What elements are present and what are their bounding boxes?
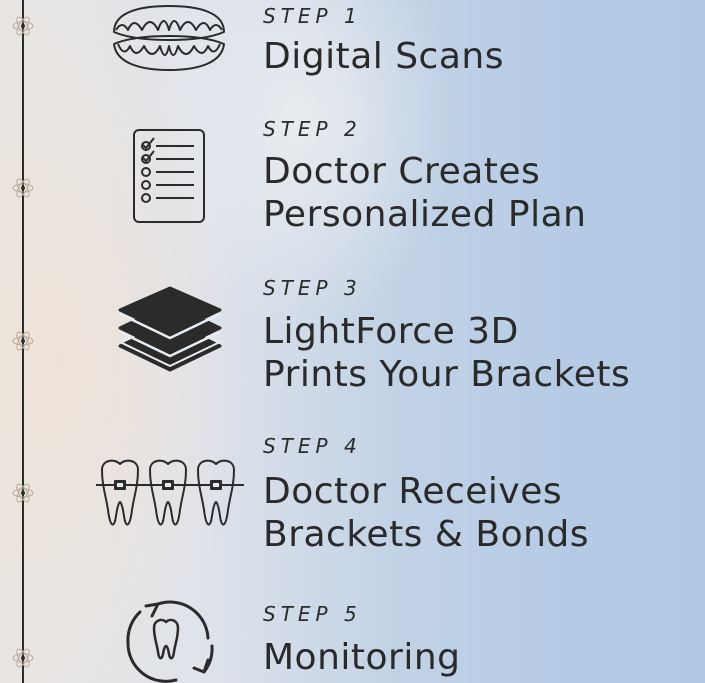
atom-icon — [12, 178, 34, 198]
step-2-title-line-2: Personalized Plan — [263, 194, 587, 235]
step-4-title-line-2: Brackets & Bonds — [263, 514, 590, 555]
step-1-label: STEP 1 — [263, 4, 362, 28]
dentures-icon — [110, 2, 228, 74]
atom-icon — [12, 331, 34, 351]
step-1-title-line-1: Digital Scans — [263, 36, 504, 77]
step-3-label: STEP 3 — [263, 276, 362, 300]
step-4-title-line-1: Doctor Receives — [263, 471, 563, 512]
checklist-icon — [132, 128, 206, 224]
layers-icon — [114, 284, 226, 384]
teeth-braces-icon — [96, 456, 244, 534]
timeline-node-1 — [11, 14, 35, 38]
step-4-title: Doctor Receives Brackets & Bonds — [263, 470, 589, 556]
step-3-title: LightForce 3D Prints Your Brackets — [263, 310, 630, 396]
atom-icon — [12, 16, 34, 36]
timeline-node-2 — [11, 176, 35, 200]
timeline-node-5 — [11, 646, 35, 670]
step-5-title: Monitoring — [263, 636, 461, 679]
step-5-label: STEP 5 — [263, 602, 362, 626]
timeline-node-3 — [11, 329, 35, 353]
atom-icon — [12, 483, 34, 503]
step-1-title: Digital Scans — [263, 35, 504, 78]
step-3-title-line-1: LightForce 3D — [263, 311, 519, 352]
atom-icon — [12, 648, 34, 668]
step-2-title: Doctor Creates Personalized Plan — [263, 150, 586, 236]
step-2-label: STEP 2 — [263, 117, 362, 141]
tooth-cycle-icon — [118, 598, 218, 683]
step-2-title-line-1: Doctor Creates — [263, 151, 541, 192]
step-3-title-line-2: Prints Your Brackets — [263, 354, 631, 395]
timeline-node-4 — [11, 481, 35, 505]
step-5-title-line-1: Monitoring — [263, 637, 461, 678]
step-4-label: STEP 4 — [263, 434, 362, 458]
